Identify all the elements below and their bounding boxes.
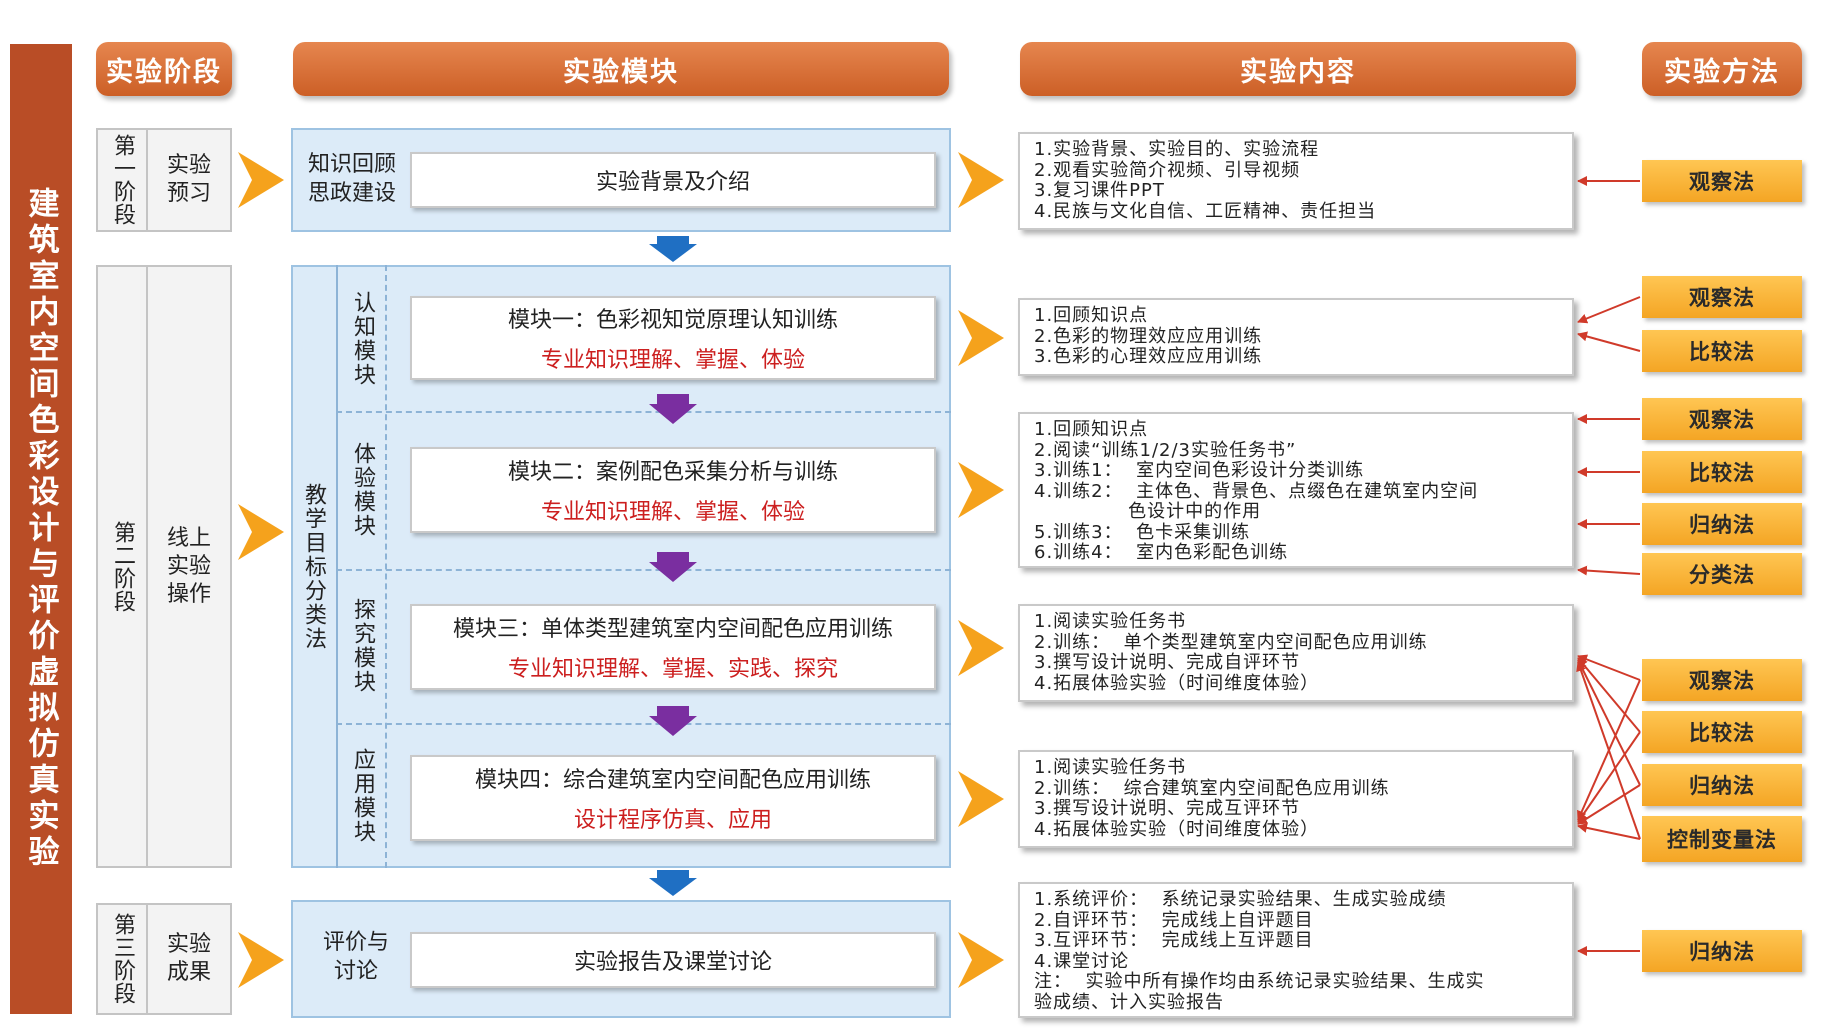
stage-2-to-module-arrow <box>238 504 284 560</box>
down-arrow-purple-2 <box>649 552 697 582</box>
module-to-content-arrow-5 <box>958 771 1004 827</box>
down-arrow-purple-1 <box>649 394 697 424</box>
diagram-connectors <box>238 152 1641 988</box>
connector-observation-2 <box>1577 296 1641 324</box>
module-to-content-arrow-2 <box>958 310 1004 366</box>
connector-control-variable-b <box>1577 822 1641 840</box>
module-to-content-arrow-3 <box>958 462 1004 518</box>
down-arrow-blue-2 <box>649 870 697 896</box>
down-arrow-purple-3 <box>649 706 697 736</box>
down-arrow-blue-1 <box>649 236 697 262</box>
stage-1-to-module-arrow <box>238 152 284 208</box>
connector-comparison-1 <box>1577 331 1641 352</box>
module-to-content-arrow-1 <box>958 152 1004 208</box>
connector-classification <box>1577 565 1641 576</box>
connector-comparison-3b <box>1577 731 1641 823</box>
connector-induction-2b <box>1577 784 1641 825</box>
connector-observation-4b <box>1577 679 1641 821</box>
stage-3-to-module-arrow <box>238 932 284 988</box>
module-to-content-arrow-6 <box>958 932 1004 988</box>
connector-induction-2a <box>1577 659 1641 786</box>
module-to-content-arrow-4 <box>958 620 1004 676</box>
